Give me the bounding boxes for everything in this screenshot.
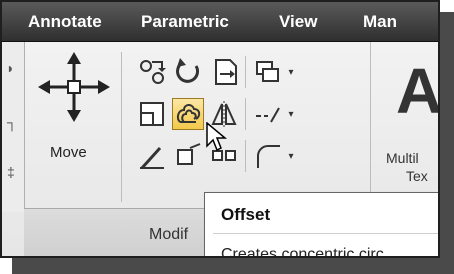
arc-button[interactable] xyxy=(252,140,284,172)
fillet-button[interactable] xyxy=(136,140,168,172)
multiline-text-label-line1: Multil xyxy=(386,150,419,166)
copy-button[interactable] xyxy=(136,56,168,88)
partial-icon-3[interactable]: ‡ xyxy=(7,164,15,180)
modify-panel-label: Modif xyxy=(149,226,189,243)
separator xyxy=(370,42,371,212)
stretch-dropdown-arrow[interactable]: ▾ xyxy=(285,56,297,88)
tab-parametric[interactable]: Parametric xyxy=(141,2,229,41)
explode-button[interactable] xyxy=(172,140,204,172)
tab-manage[interactable]: Man xyxy=(363,2,397,41)
scale-button[interactable] xyxy=(136,98,168,130)
partial-icon-1[interactable]: ◗ xyxy=(6,60,14,76)
stretch-button[interactable] xyxy=(252,56,284,88)
linetype-dropdown-arrow[interactable]: ▾ xyxy=(285,98,297,130)
rotate-icon xyxy=(176,58,200,83)
screenshot-frame: Annotate Parametric View Man ◗ ┐ ‡ Move xyxy=(0,0,440,258)
move-label: Move xyxy=(50,144,87,161)
separator xyxy=(121,52,122,202)
offset-icon xyxy=(176,104,201,123)
offset-button[interactable] xyxy=(172,98,204,130)
partial-icon-2[interactable]: ┐ xyxy=(7,114,17,130)
tab-view[interactable]: View xyxy=(279,2,317,41)
trim-icon xyxy=(215,59,237,85)
mouse-pointer-icon xyxy=(206,121,230,159)
arc-icon xyxy=(257,145,280,168)
tab-annotate[interactable]: Annotate xyxy=(28,2,102,41)
copy-icon xyxy=(140,60,166,84)
ribbon-tab-bar: Annotate Parametric View Man xyxy=(2,2,438,42)
fillet-icon xyxy=(140,146,164,170)
multiline-text-icon[interactable]: A xyxy=(396,54,438,128)
trim-button[interactable] xyxy=(208,56,240,88)
multiline-text-label-line2: Tex xyxy=(406,168,428,184)
tooltip-description: Creates concentric circ xyxy=(221,246,384,258)
rotate-button[interactable] xyxy=(172,56,204,88)
dash-line-icon xyxy=(256,107,280,123)
tooltip-title: Offset xyxy=(221,205,271,224)
separator xyxy=(245,56,246,88)
left-partial-panel: ◗ ┐ ‡ xyxy=(2,42,25,212)
separator xyxy=(245,140,246,172)
stretch-icon xyxy=(256,61,279,82)
tooltip-divider xyxy=(213,233,438,234)
linetype-button[interactable] xyxy=(252,98,284,130)
arc-dropdown-arrow[interactable]: ▾ xyxy=(285,140,297,172)
explode-icon xyxy=(177,143,201,165)
scale-icon xyxy=(140,102,164,126)
separator xyxy=(245,98,246,130)
move-arrows-icon xyxy=(38,52,110,122)
offset-tooltip: Offset Creates concentric circ xyxy=(204,192,438,258)
